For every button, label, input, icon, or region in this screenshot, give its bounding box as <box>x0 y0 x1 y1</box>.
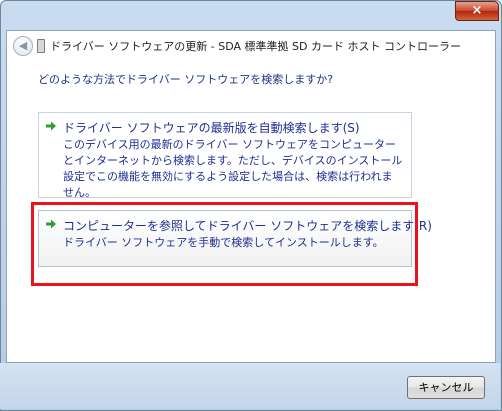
option-auto-title: ドライバー ソフトウェアの最新版を自動検索します(S) <box>63 121 360 135</box>
green-arrow-icon <box>46 121 56 131</box>
back-icon[interactable]: ◀ <box>13 36 33 56</box>
header-row: ◀ ドライバー ソフトウェアの更新 - SDA 標準準拠 SD カード ホスト … <box>7 30 495 62</box>
highlight-frame <box>31 202 418 286</box>
option-auto-search[interactable]: ドライバー ソフトウェアの最新版を自動検索します(S) このデバイス用の最新のド… <box>38 112 412 199</box>
option-auto-description: このデバイス用の最新のドライバー ソフトウェアをコンピューターとインターネットか… <box>63 138 403 199</box>
window-title: ドライバー ソフトウェアの更新 - SDA 標準準拠 SD カード ホスト コン… <box>50 40 461 53</box>
cancel-button[interactable]: キャンセル <box>407 376 485 399</box>
close-button[interactable]: × <box>455 1 499 21</box>
device-icon <box>37 39 45 53</box>
question-text: どのような方法でドライバー ソフトウェアを検索しますか? <box>38 73 334 86</box>
